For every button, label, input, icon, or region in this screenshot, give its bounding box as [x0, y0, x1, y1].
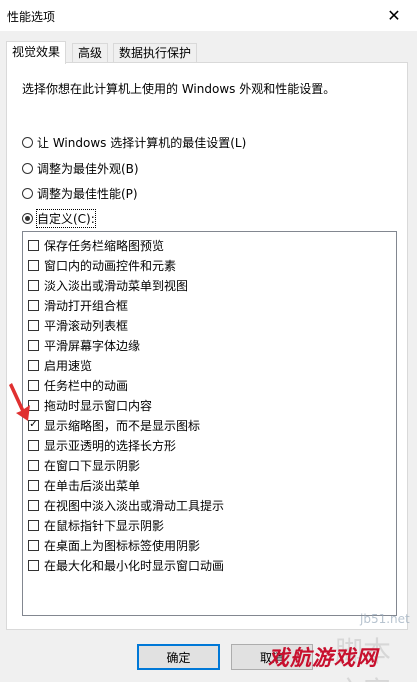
- option-label: 窗口内的动画控件和元素: [44, 258, 177, 273]
- option-animate-minimize-maximize[interactable]: 在最大化和最小化时显示窗口动画: [28, 555, 224, 575]
- radio-best-performance[interactable]: 调整为最佳性能(P): [22, 184, 138, 202]
- checkbox[interactable]: [28, 559, 39, 571]
- option-shadow-under-mouse-pointer[interactable]: 在鼠标指针下显示阴影: [28, 515, 164, 535]
- option-label: 在桌面上为图标标签使用阴影: [44, 538, 201, 553]
- checkbox[interactable]: [28, 499, 39, 511]
- watermark-red: 戏航游戏网: [268, 645, 378, 670]
- option-taskbar-thumbnail-preview[interactable]: 保存任务栏缩略图预览: [28, 235, 164, 255]
- ok-button[interactable]: 确定: [137, 644, 220, 670]
- radio-button[interactable]: [22, 162, 33, 174]
- option-smooth-font-edges[interactable]: 平滑屏幕字体边缘: [28, 335, 140, 355]
- checkbox[interactable]: [28, 519, 39, 531]
- option-label: 显示亚透明的选择长方形: [44, 438, 177, 453]
- radio-custom[interactable]: 自定义(C):: [22, 208, 96, 228]
- option-label: 任务栏中的动画: [44, 378, 129, 393]
- close-icon: ✕: [387, 6, 401, 25]
- checkbox[interactable]: [28, 259, 39, 271]
- radio-button[interactable]: [22, 187, 33, 199]
- option-label: 显示缩略图，而不是显示图标: [44, 418, 201, 433]
- ok-button-label: 确定: [166, 650, 191, 665]
- radio-label: 调整为最佳性能(P): [37, 186, 138, 201]
- checkbox[interactable]: [28, 339, 39, 351]
- option-label: 在视图中淡入淡出或滑动工具提示: [44, 498, 225, 513]
- checkbox[interactable]: [28, 479, 39, 491]
- option-label: 滑动打开组合框: [44, 298, 129, 313]
- option-label: 淡入淡出或滑动菜单到视图: [44, 278, 189, 293]
- tab-advanced[interactable]: 高级: [72, 43, 109, 62]
- window-title: 性能选项: [7, 10, 56, 24]
- checkbox[interactable]: [28, 459, 39, 471]
- tab-visual-effects[interactable]: 视觉效果: [6, 41, 67, 64]
- radio-let-windows-choose[interactable]: 让 Windows 选择计算机的最佳设置(L): [22, 133, 246, 151]
- option-fade-slide-tooltips[interactable]: 在视图中淡入淡出或滑动工具提示: [28, 495, 224, 515]
- checkbox[interactable]: [28, 539, 39, 551]
- checkbox[interactable]: [28, 239, 39, 251]
- checkbox[interactable]: [28, 299, 39, 311]
- checkbox[interactable]: [28, 319, 39, 331]
- option-show-window-contents-dragging[interactable]: 拖动时显示窗口内容: [28, 395, 152, 415]
- red-arrow-icon: [9, 383, 30, 421]
- option-drop-shadows-icon-labels[interactable]: 在桌面上为图标标签使用阴影: [28, 535, 200, 555]
- watermark-site: jb51.net: [360, 612, 410, 626]
- option-label: 在单击后淡出菜单: [44, 478, 141, 493]
- option-label: 在窗口下显示阴影: [44, 458, 141, 473]
- option-label: 拖动时显示窗口内容: [44, 398, 153, 413]
- radio-label: 让 Windows 选择计算机的最佳设置(L): [37, 135, 247, 150]
- option-animate-controls[interactable]: 窗口内的动画控件和元素: [28, 255, 176, 275]
- option-taskbar-animations[interactable]: 任务栏中的动画: [28, 375, 128, 395]
- option-enable-peek[interactable]: 启用速览: [28, 355, 92, 375]
- visual-effects-panel: 选择你想在此计算机上使用的 Windows 外观和性能设置。 让 Windows…: [6, 62, 408, 630]
- visual-effects-list: 保存任务栏缩略图预览 窗口内的动画控件和元素 淡入淡出或滑动菜单到视图 滑动打开…: [22, 231, 397, 616]
- radio-best-appearance[interactable]: 调整为最佳外观(B): [22, 159, 139, 177]
- radio-button[interactable]: [22, 212, 33, 224]
- option-slide-combo-boxes[interactable]: 滑动打开组合框: [28, 295, 128, 315]
- radio-label: 自定义(C):: [36, 208, 96, 228]
- option-label: 平滑滚动列表框: [44, 318, 129, 333]
- option-label: 平滑屏幕字体边缘: [44, 338, 141, 353]
- option-translucent-selection[interactable]: 显示亚透明的选择长方形: [28, 435, 176, 455]
- checkbox[interactable]: [28, 279, 39, 291]
- checkbox[interactable]: [28, 439, 39, 451]
- performance-options-dialog: 性能选项 ✕ 视觉效果 高级 数据执行保护 选择你想在此计算机上使用的 Wind…: [0, 0, 417, 682]
- option-show-thumbnails[interactable]: ✓ 显示缩略图，而不是显示图标: [28, 415, 200, 435]
- option-fade-out-menu-after-click[interactable]: 在单击后淡出菜单: [28, 475, 140, 495]
- description-text: 选择你想在此计算机上使用的 Windows 外观和性能设置。: [22, 82, 336, 96]
- radio-button[interactable]: [22, 136, 33, 148]
- close-button[interactable]: ✕: [371, 0, 417, 31]
- option-fade-slide-menus[interactable]: 淡入淡出或滑动菜单到视图: [28, 275, 188, 295]
- title-bar: 性能选项 ✕: [0, 0, 417, 31]
- option-label: 保存任务栏缩略图预览: [44, 238, 165, 253]
- option-smooth-scroll-list-boxes[interactable]: 平滑滚动列表框: [28, 315, 128, 335]
- option-label: 启用速览: [44, 358, 93, 373]
- option-shadows-under-windows[interactable]: 在窗口下显示阴影: [28, 455, 140, 475]
- option-label: 在鼠标指针下显示阴影: [44, 518, 165, 533]
- tab-data-execution-prevention[interactable]: 数据执行保护: [113, 43, 198, 62]
- checkbox[interactable]: [28, 359, 39, 371]
- option-label: 在最大化和最小化时显示窗口动画: [44, 558, 225, 573]
- radio-label: 调整为最佳外观(B): [37, 161, 139, 176]
